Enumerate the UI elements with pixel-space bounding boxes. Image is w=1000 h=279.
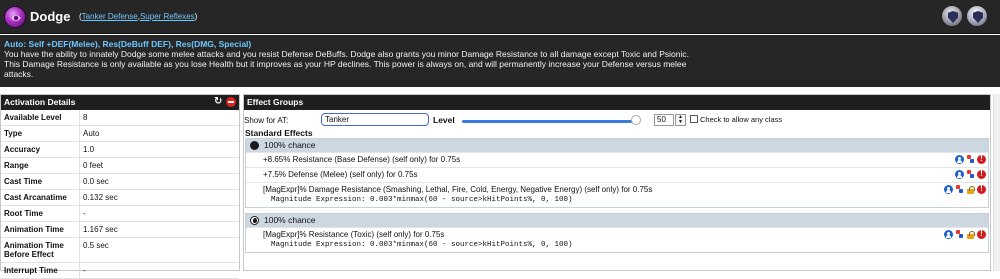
archetype-input[interactable]: Tanker: [321, 113, 429, 126]
effect-row: +8.65% Resistance (Base Defense) (self o…: [246, 152, 988, 167]
activation-row: Root Time -: [1, 206, 239, 222]
activation-key: Accuracy: [1, 142, 80, 157]
activation-value: 0 feet: [83, 161, 104, 170]
activation-row: Interrupt Time -: [1, 263, 239, 279]
level-stepper[interactable]: ▲ ▼: [675, 114, 686, 126]
page-scrollbar[interactable]: [993, 94, 1000, 271]
person-icon[interactable]: [944, 185, 953, 194]
person-icon[interactable]: [955, 155, 964, 164]
any-class-checkbox[interactable]: [690, 115, 698, 123]
activation-key: Animation Time Before Effect: [1, 238, 80, 262]
activation-row: Animation Time Before Effect 0.5 sec: [1, 238, 239, 263]
activation-row: Cast Arcanatime 0.132 sec: [1, 190, 239, 206]
lock-icon[interactable]: [966, 230, 975, 239]
link-tanker-defense[interactable]: Tanker Defense: [82, 12, 138, 21]
effect-group: 100% chance +8.65% Resistance (Base Defen…: [245, 138, 989, 208]
activation-row: Animation Time 1.167 sec: [1, 222, 239, 238]
activation-value: Auto: [83, 129, 100, 138]
activation-row: Available Level 8: [1, 110, 239, 126]
effect-group-header: 100% chance: [246, 214, 988, 227]
alert-icon[interactable]: [977, 229, 986, 239]
level-number-input[interactable]: 50: [654, 114, 674, 126]
buff-icon[interactable]: [966, 170, 975, 179]
alert-icon[interactable]: [977, 154, 986, 164]
magnitude-expression: Magnitude Expression: 0.003*minmax(60 - …: [271, 196, 573, 204]
power-header: Dodge (Tanker Defense,Super Reflexes): [0, 0, 1000, 34]
effect-text: [MagExpr]% Resistance (Toxic) (self only…: [263, 230, 445, 239]
effect-group: 100% chance [MagExpr]% Resistance (Toxic)…: [245, 213, 989, 253]
activation-key: Root Time: [1, 206, 80, 221]
person-icon[interactable]: [955, 170, 964, 179]
level-label: Level: [433, 115, 455, 125]
link-super-reflexes[interactable]: Super Reflexes: [140, 12, 195, 21]
activation-key: Cast Arcanatime: [1, 190, 80, 205]
effect-row: [MagExpr]% Resistance (Toxic) (self only…: [246, 227, 988, 252]
power-description: Auto: Self +DEF(Melee), Res(DeBuff DEF),…: [0, 35, 1000, 87]
effect-text: +7.5% Defense (Melee) (self only) for 0.…: [263, 170, 418, 179]
effect-text: [MagExpr]% Damage Resistance (Smashing, …: [263, 185, 653, 194]
activation-key: Available Level: [1, 110, 80, 125]
chance-label: 100% chance: [264, 140, 316, 150]
buff-icon[interactable]: [955, 185, 964, 194]
effect-row: [MagExpr]% Damage Resistance (Smashing, …: [246, 182, 988, 207]
buff-icon[interactable]: [966, 155, 975, 164]
alert-icon[interactable]: [977, 169, 986, 179]
effect-group-header: 100% chance: [246, 139, 988, 152]
magnitude-expression: Magnitude Expression: 0.003*minmax(60 - …: [271, 241, 573, 249]
target-person-icon: [250, 216, 259, 225]
remove-icon[interactable]: [226, 97, 236, 107]
powerset-links: (Tanker Defense,Super Reflexes): [79, 12, 198, 21]
effect-groups-panel: Effect Groups Show for AT: Tanker Level …: [243, 94, 991, 271]
activation-row: Range 0 feet: [1, 158, 239, 174]
archetype-badges: [941, 5, 988, 27]
short-description: Auto: Self +DEF(Melee), Res(DeBuff DEF),…: [4, 39, 252, 49]
level-slider[interactable]: [462, 120, 639, 123]
activation-value: 1.167 sec: [83, 225, 118, 234]
show-for-at-label: Show for AT:: [244, 116, 289, 125]
effect-icons: [955, 154, 986, 164]
level-slider-thumb[interactable]: [631, 115, 642, 125]
effect-groups-header: Effect Groups: [244, 95, 990, 110]
activation-value: 0.5 sec: [83, 241, 109, 250]
activation-row: Accuracy 1.0: [1, 142, 239, 158]
activation-rows: Available Level 8 Type Auto Accuracy 1.0 Range…: [1, 110, 239, 279]
activation-row: Cast Time 0.0 sec: [1, 174, 239, 190]
activation-value: 0.0 sec: [83, 177, 109, 186]
power-title: Dodge: [30, 9, 71, 24]
activation-details-panel: Activation Details ↻ Available Level 8 Typ…: [0, 94, 240, 279]
effect-icons: [955, 169, 986, 179]
effect-controls: Show for AT: Tanker Level 50 ▲ ▼ Check to…: [244, 110, 990, 128]
refresh-icon[interactable]: ↻: [214, 97, 224, 107]
effect-groups: 100% chance +8.65% Resistance (Base Defen…: [244, 138, 990, 253]
activation-value: 0.132 sec: [83, 193, 118, 202]
activation-key: Animation Time: [1, 222, 80, 237]
archetype-badge-alt-icon[interactable]: [966, 5, 988, 27]
archetype-badge-icon[interactable]: [941, 5, 963, 27]
standard-effects-title: Standard Effects: [245, 128, 313, 138]
activation-key: Type: [1, 126, 80, 141]
activation-details-header: Activation Details ↻: [1, 95, 239, 110]
chance-label: 100% chance: [264, 215, 316, 225]
long-description: You have the ability to innately Dodge s…: [4, 49, 689, 79]
effect-text: +8.65% Resistance (Base Defense) (self o…: [263, 155, 461, 164]
person-icon[interactable]: [944, 230, 953, 239]
any-class-label: Check to allow any class: [700, 115, 783, 124]
alert-icon[interactable]: [977, 184, 986, 194]
lock-icon[interactable]: [966, 185, 975, 194]
activation-value: -: [83, 209, 86, 218]
dodge-power-icon: [4, 6, 26, 28]
buff-icon[interactable]: [955, 230, 964, 239]
effect-row: +7.5% Defense (Melee) (self only) for 0.…: [246, 167, 988, 182]
activation-key: Cast Time: [1, 174, 80, 189]
activation-row: Type Auto: [1, 126, 239, 142]
target-self-icon: [250, 141, 259, 150]
activation-value: 8: [83, 113, 88, 122]
activation-key: Range: [1, 158, 80, 173]
effect-icons: [944, 184, 986, 194]
activation-value: 1.0: [83, 145, 95, 154]
effect-icons: [944, 229, 986, 239]
